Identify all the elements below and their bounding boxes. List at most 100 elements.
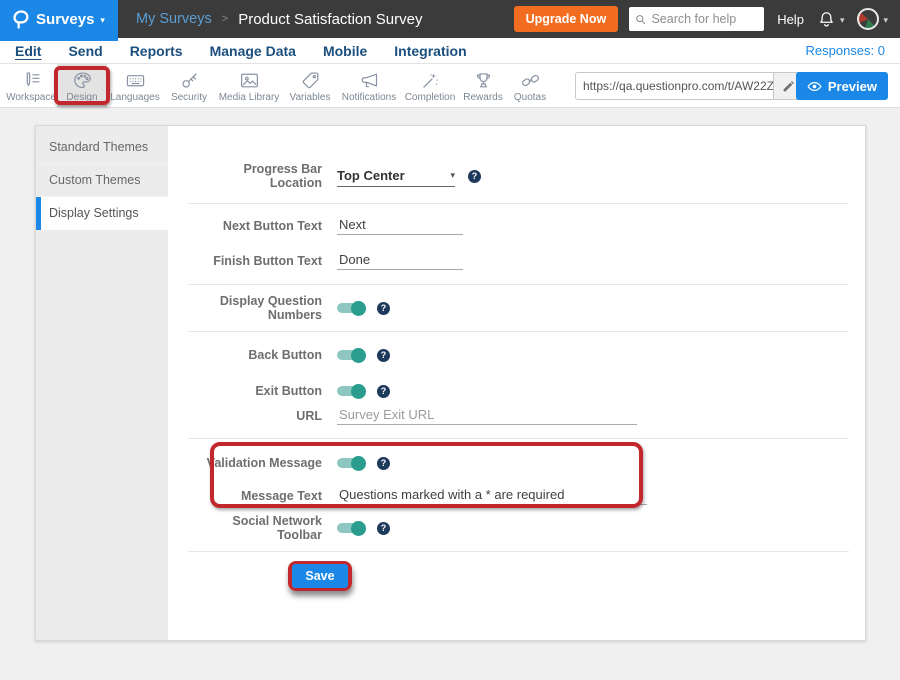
survey-toolbar: Workspace Design Languages Security Medi… [0, 64, 900, 108]
toolbar-item-label: Security [171, 92, 207, 103]
sidebar-item-standard-themes[interactable]: Standard Themes [36, 131, 168, 164]
save-button[interactable]: Save [292, 564, 347, 588]
page-title: Product Satisfaction Survey [238, 11, 422, 28]
questionpro-logo-icon [13, 9, 30, 29]
palette-icon [72, 70, 93, 91]
help-icon[interactable] [377, 385, 390, 398]
main-area: Standard Themes Custom Themes Display Se… [0, 125, 900, 680]
tab-mobile[interactable]: Mobile [323, 43, 367, 59]
display-question-numbers-toggle[interactable] [337, 303, 364, 313]
tab-integration[interactable]: Integration [394, 43, 466, 59]
brand-label: Surveys [36, 11, 94, 28]
section-divider [188, 331, 849, 332]
chevron-down-icon [450, 165, 455, 183]
chevron-down-icon [100, 10, 105, 28]
section-divider [188, 203, 849, 204]
help-icon[interactable] [377, 522, 390, 535]
pencil-icon [782, 80, 795, 93]
field-label: Exit Button [188, 384, 322, 398]
preview-button[interactable]: Preview [796, 72, 888, 100]
trophy-icon [473, 70, 494, 91]
progress-bar-location-select[interactable]: Top Center [337, 165, 455, 187]
breadcrumb-parent-link[interactable]: My Surveys [136, 11, 212, 27]
sidebar-item-display-settings[interactable]: Display Settings [36, 197, 168, 230]
help-link[interactable]: Help [777, 12, 804, 27]
toolbar-item-languages[interactable]: Languages [107, 64, 163, 107]
toolbar-item-quotas[interactable]: Quotas [507, 64, 553, 107]
message-text-input[interactable]: Questions marked with a * are required [337, 487, 647, 505]
toolbar-item-rewards[interactable]: Rewards [459, 64, 507, 107]
field-finish-button-text: Finish Button Text Done [188, 248, 849, 274]
tab-edit[interactable]: Edit [15, 43, 41, 59]
back-button-toggle[interactable] [337, 350, 364, 360]
survey-url-group: https://qa.questionpro.com/t/AW22Zcq2J [575, 72, 803, 100]
toolbar-item-label: Quotas [514, 92, 546, 103]
chevron-down-icon [883, 10, 888, 28]
toolbar-item-media-library[interactable]: Media Library [215, 64, 283, 107]
help-icon[interactable] [377, 302, 390, 315]
toolbar-item-security[interactable]: Security [163, 64, 215, 107]
field-label: URL [188, 409, 322, 423]
toolbar-item-variables[interactable]: Variables [283, 64, 337, 107]
account-menu[interactable] [857, 8, 888, 30]
field-back-button: Back Button [188, 342, 849, 368]
responses-count[interactable]: Responses: 0 [806, 43, 886, 58]
field-social-network-toolbar: Social Network Toolbar [188, 515, 849, 541]
help-icon[interactable] [468, 170, 481, 183]
workspace-icon [21, 70, 42, 91]
toolbar-item-workspace[interactable]: Workspace [5, 64, 57, 107]
toolbar-item-label: Notifications [342, 92, 396, 103]
field-label: Display Question Numbers [188, 294, 322, 322]
brand-menu[interactable]: Surveys [0, 0, 118, 38]
toolbar-item-completion[interactable]: Completion [401, 64, 459, 107]
search-input[interactable] [651, 12, 758, 26]
keyboard-icon [125, 70, 146, 91]
chevron-down-icon [840, 10, 845, 28]
brand-accent-strip [0, 38, 118, 41]
validation-message-toggle[interactable] [337, 458, 364, 468]
search-icon [635, 13, 646, 26]
survey-nav: Edit Send Reports Manage Data Mobile Int… [0, 38, 900, 64]
exit-url-input[interactable]: Survey Exit URL [337, 407, 637, 425]
finish-button-text-input[interactable]: Done [337, 252, 463, 270]
exit-button-toggle[interactable] [337, 386, 364, 396]
section-divider [188, 551, 849, 552]
display-settings-panel: Progress Bar Location Top Center Next Bu… [168, 126, 865, 640]
field-label: Validation Message [188, 456, 322, 470]
upgrade-now-button[interactable]: Upgrade Now [514, 6, 619, 32]
help-search[interactable] [629, 7, 764, 31]
help-icon[interactable] [377, 457, 390, 470]
megaphone-icon [359, 70, 380, 91]
toolbar-item-label: Design [66, 92, 97, 103]
tab-send[interactable]: Send [68, 43, 102, 59]
field-message-text: Message Text Questions marked with a * a… [188, 483, 849, 509]
breadcrumb-separator: > [222, 13, 228, 25]
sidebar-item-custom-themes[interactable]: Custom Themes [36, 164, 168, 197]
tag-icon [300, 70, 321, 91]
tab-manage-data[interactable]: Manage Data [210, 43, 296, 59]
field-display-question-numbers: Display Question Numbers [188, 295, 849, 321]
notifications-menu[interactable] [817, 10, 845, 29]
image-icon [239, 70, 260, 91]
eye-icon [807, 81, 822, 92]
field-exit-url: URL Survey Exit URL [188, 403, 849, 429]
toolbar-item-label: Variables [290, 92, 331, 103]
toolbar-item-notifications[interactable]: Notifications [337, 64, 401, 107]
next-button-text-input[interactable]: Next [337, 217, 463, 235]
help-icon[interactable] [377, 349, 390, 362]
toolbar-item-label: Completion [405, 92, 456, 103]
preview-button-label: Preview [828, 79, 877, 94]
toolbar-item-label: Workspace [6, 92, 56, 103]
annotation-highlight-save: Save [288, 561, 352, 591]
tab-reports[interactable]: Reports [130, 43, 183, 59]
avatar [857, 8, 879, 30]
field-next-button-text: Next Button Text Next [188, 213, 849, 239]
toolbar-item-label: Languages [110, 92, 160, 103]
social-network-toolbar-toggle[interactable] [337, 523, 364, 533]
field-label: Progress Bar Location [188, 162, 322, 190]
toolbar-item-design[interactable]: Design [57, 64, 107, 107]
field-label: Finish Button Text [188, 254, 322, 268]
field-exit-button: Exit Button [188, 378, 849, 404]
survey-url[interactable]: https://qa.questionpro.com/t/AW22Zcq2J [576, 73, 773, 99]
toolbar-item-label: Rewards [463, 92, 502, 103]
